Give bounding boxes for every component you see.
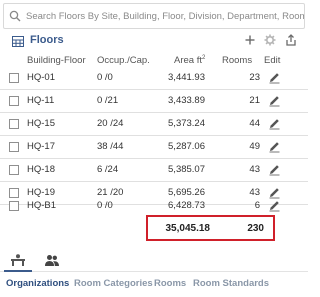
rooms: 23 bbox=[249, 72, 260, 83]
pencil-icon[interactable] bbox=[268, 94, 281, 107]
occupancy: 0 /0 bbox=[97, 72, 113, 83]
total-area: 35,045.18 bbox=[165, 223, 211, 234]
tab-bar bbox=[0, 249, 308, 272]
floor-plan-icon bbox=[12, 36, 24, 47]
gear-icon[interactable] bbox=[263, 33, 277, 47]
area: 5,385.07 bbox=[168, 164, 205, 175]
area: 6,428.73 bbox=[168, 200, 205, 211]
floor-name: HQ-15 bbox=[27, 118, 55, 129]
table-row[interactable]: HQ-11 0 /21 3,433.89 21 bbox=[0, 90, 308, 113]
row-checkbox[interactable] bbox=[9, 142, 19, 152]
rooms: 44 bbox=[249, 118, 260, 129]
table-row[interactable]: HQ-15 20 /24 5,373.24 44 bbox=[0, 113, 308, 136]
nav-room-standards[interactable]: Room Standards bbox=[193, 278, 269, 289]
row-checkbox[interactable] bbox=[9, 73, 19, 83]
totals-highlight: 35,045.18 230 bbox=[146, 215, 275, 241]
floor-name: HQ-17 bbox=[27, 141, 55, 152]
occupancy: 6 /24 bbox=[97, 164, 119, 175]
occupancy: 38 /44 bbox=[97, 141, 124, 152]
occupancy: 0 /0 bbox=[97, 200, 113, 211]
nav-rooms[interactable]: Rooms bbox=[154, 278, 186, 289]
rooms: 43 bbox=[249, 164, 260, 175]
rooms: 49 bbox=[249, 141, 260, 152]
desk-icon[interactable] bbox=[4, 251, 32, 272]
search-bar[interactable] bbox=[3, 3, 305, 29]
panel-title: Floors bbox=[30, 34, 64, 46]
table-row[interactable]: HQ-18 6 /24 5,385.07 43 bbox=[0, 159, 308, 182]
floor-name: HQ-01 bbox=[27, 72, 55, 83]
row-checkbox[interactable] bbox=[9, 96, 19, 106]
row-checkbox[interactable] bbox=[9, 119, 19, 129]
nav-room-categories[interactable]: Room Categories bbox=[74, 278, 153, 289]
nav-organizations[interactable]: Organizations bbox=[6, 278, 69, 289]
pencil-icon[interactable] bbox=[268, 117, 281, 130]
column-header-area-sup: 2 bbox=[202, 55, 206, 61]
total-rooms: 230 bbox=[247, 223, 264, 234]
rooms: 21 bbox=[249, 95, 260, 106]
table-row[interactable]: HQ-01 0 /0 3,441.93 23 bbox=[0, 67, 308, 90]
occupancy: 0 /21 bbox=[97, 95, 119, 106]
plus-icon[interactable] bbox=[243, 33, 257, 47]
area: 5,373.24 bbox=[168, 118, 205, 129]
area: 3,441.93 bbox=[168, 72, 205, 83]
area: 5,287.06 bbox=[168, 141, 205, 152]
pencil-icon[interactable] bbox=[268, 199, 281, 212]
occupancy: 20 /24 bbox=[97, 118, 124, 129]
pencil-icon[interactable] bbox=[268, 71, 281, 84]
row-checkbox[interactable] bbox=[9, 201, 19, 211]
people-icon[interactable] bbox=[38, 251, 66, 270]
export-icon[interactable] bbox=[284, 33, 298, 47]
row-checkbox[interactable] bbox=[9, 165, 19, 175]
floor-name: HQ-B1 bbox=[27, 200, 57, 211]
pencil-icon[interactable] bbox=[268, 163, 281, 176]
floor-name: HQ-11 bbox=[27, 95, 55, 106]
bottom-nav: Organizations Room Categories Rooms Room… bbox=[0, 278, 308, 294]
table-row[interactable]: HQ-17 38 /44 5,287.06 49 bbox=[0, 136, 308, 159]
panel-header: Floors bbox=[0, 30, 308, 52]
column-header-area-label: Area ft bbox=[174, 55, 202, 67]
search-input[interactable] bbox=[26, 8, 304, 24]
area: 3,433.89 bbox=[168, 95, 205, 106]
rooms: 6 bbox=[254, 200, 260, 211]
floor-name: HQ-18 bbox=[27, 164, 55, 175]
pencil-icon[interactable] bbox=[268, 140, 281, 153]
search-icon bbox=[9, 10, 21, 22]
